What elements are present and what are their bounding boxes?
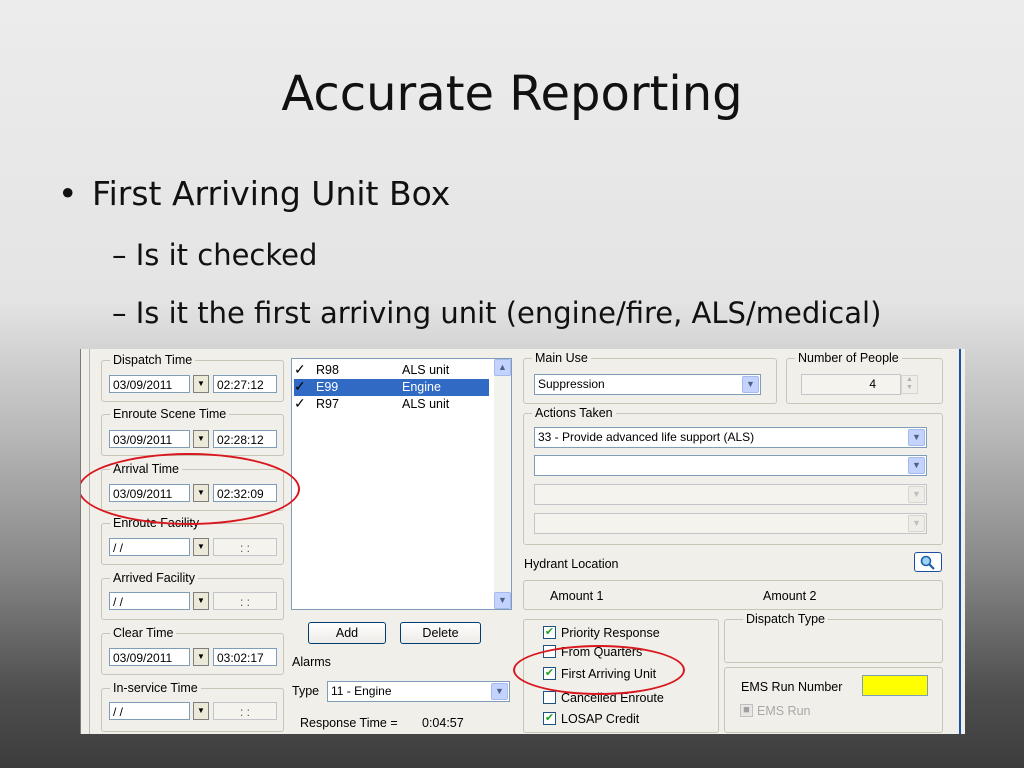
cancelled-enroute-checkbox[interactable] xyxy=(543,691,556,704)
chevron-down-icon[interactable]: ▼ xyxy=(193,592,209,610)
hydrant-location-label: Hydrant Location xyxy=(524,557,619,571)
list-item-unit[interactable]: ✓ R98 ALS unit xyxy=(294,361,489,379)
unit-type: Engine xyxy=(402,380,441,394)
inservice-date-field[interactable]: / / xyxy=(109,702,190,720)
list-item-unit-selected[interactable]: ✓ E99 Engine xyxy=(294,378,489,396)
enroute-scene-time-field[interactable]: 02:28:12 xyxy=(213,430,277,448)
main-use-label: Main Use xyxy=(532,351,591,365)
dispatch-time-field[interactable]: 02:27:12 xyxy=(213,375,277,393)
main-use-value: Suppression xyxy=(538,377,605,391)
dispatch-date-field[interactable]: 03/09/2011 xyxy=(109,375,190,393)
hydrant-search-button[interactable] xyxy=(914,552,942,572)
checkmark-icon[interactable]: ✓ xyxy=(294,378,306,395)
response-time-label: Response Time = xyxy=(300,716,398,730)
action-select-4[interactable]: ▼ xyxy=(534,513,927,534)
checkmark-icon[interactable]: ✓ xyxy=(294,395,306,412)
number-of-people-label: Number of People xyxy=(795,351,902,365)
checkmark-icon[interactable]: ✔ xyxy=(543,626,556,639)
chevron-down-icon[interactable]: ▼ xyxy=(193,375,209,393)
enroute-scene-date-field[interactable]: 03/09/2011 xyxy=(109,430,190,448)
inservice-time-field[interactable]: : : xyxy=(213,702,277,720)
action-select-1[interactable]: 33 - Provide advanced life support (ALS)… xyxy=(534,427,927,448)
ems-run-number-field[interactable] xyxy=(862,675,928,696)
arrived-facility-date-field[interactable]: / / xyxy=(109,592,190,610)
magnifier-icon xyxy=(920,555,935,570)
dispatch-type-label: Dispatch Type xyxy=(743,612,828,626)
add-button[interactable]: Add xyxy=(308,622,386,644)
window-edge-right xyxy=(959,349,961,734)
unit-type: ALS unit xyxy=(402,363,450,377)
amount-2-label: Amount 2 xyxy=(763,589,817,603)
checkmark-icon[interactable]: ✔ xyxy=(543,712,556,725)
main-use-select[interactable]: Suppression ▼ xyxy=(534,374,761,395)
type-select-value: 11 - Engine xyxy=(331,684,392,698)
subbullet-is-it-first: – Is it the first arriving unit (engine/… xyxy=(112,296,882,330)
spin-updown-icon[interactable]: ▲ ▼ xyxy=(901,375,918,394)
chevron-down-icon[interactable]: ▼ xyxy=(193,702,209,720)
first-arriving-unit-highlight-ring xyxy=(513,645,685,695)
chevron-down-icon[interactable]: ▼ xyxy=(908,515,925,532)
enroute-scene-time-label: Enroute Scene Time xyxy=(110,407,230,421)
dispatch-type-group: Dispatch Type xyxy=(724,612,943,663)
slide-title: Accurate Reporting xyxy=(281,66,743,122)
chevron-down-icon[interactable]: ▼ xyxy=(193,648,209,666)
clear-time-label: Clear Time xyxy=(110,626,177,640)
ems-run-label: EMS Run xyxy=(757,704,811,718)
enroute-facility-date-field[interactable]: / / xyxy=(109,538,190,556)
units-list[interactable]: ✓ R98 ALS unit ✓ E99 Engine ✓ R97 ALS un… xyxy=(291,358,512,610)
arrived-facility-label: Arrived Facility xyxy=(110,571,198,585)
response-time-value: 0:04:57 xyxy=(422,716,464,730)
clear-time-field[interactable]: 03:02:17 xyxy=(213,648,277,666)
actions-taken-label: Actions Taken xyxy=(532,406,616,420)
chevron-down-icon[interactable]: ▼ xyxy=(908,429,925,446)
list-item-unit[interactable]: ✓ R97 ALS unit xyxy=(294,395,489,413)
number-of-people-field[interactable]: 4 xyxy=(801,374,901,395)
action-select-2[interactable]: ▼ xyxy=(534,455,927,476)
bullet-dot: • xyxy=(58,174,78,213)
chevron-down-icon[interactable]: ▼ xyxy=(494,592,511,609)
type-label: Type xyxy=(292,684,320,698)
chevron-down-icon[interactable]: ▼ xyxy=(742,376,759,393)
priority-response-label: Priority Response xyxy=(561,626,660,640)
ems-run-checkbox[interactable]: ■ xyxy=(740,704,753,717)
inservice-time-label: In-service Time xyxy=(110,681,201,695)
unit-id: R97 xyxy=(316,397,339,411)
clear-date-field[interactable]: 03/09/2011 xyxy=(109,648,190,666)
chevron-down-icon[interactable]: ▼ xyxy=(491,683,508,700)
incident-form-screenshot: Dispatch Time 03/09/2011 ▼ 02:27:12 Enro… xyxy=(80,349,965,734)
unit-id: E99 xyxy=(316,380,339,394)
delete-button[interactable]: Delete xyxy=(400,622,481,644)
chevron-down-icon[interactable]: ▼ xyxy=(193,430,209,448)
losap-credit-label: LOSAP Credit xyxy=(561,712,640,726)
amount-1-label: Amount 1 xyxy=(550,589,604,603)
unit-id: R98 xyxy=(316,363,339,377)
ems-run-number-label: EMS Run Number xyxy=(741,680,843,694)
chevron-down-icon[interactable]: ▼ xyxy=(908,486,925,503)
dispatch-time-label: Dispatch Time xyxy=(110,353,196,367)
chevron-down-icon[interactable]: ▼ xyxy=(908,457,925,474)
arrived-facility-time-field[interactable]: : : xyxy=(213,592,277,610)
bullet-first-arriving-unit: • First Arriving Unit Box xyxy=(58,174,450,213)
action-select-3[interactable]: ▼ xyxy=(534,484,927,505)
bullet-text: First Arriving Unit Box xyxy=(92,174,451,213)
units-list-scrollbar[interactable]: ▲ ▼ xyxy=(494,359,511,609)
chevron-up-icon[interactable]: ▲ xyxy=(494,359,511,376)
unit-type: ALS unit xyxy=(402,397,450,411)
checkmark-icon[interactable]: ✓ xyxy=(294,361,306,378)
action-1-value: 33 - Provide advanced life support (ALS) xyxy=(538,430,755,444)
alarms-label: Alarms xyxy=(292,655,331,669)
type-select[interactable]: 11 - Engine ▼ xyxy=(327,681,510,702)
chevron-down-icon[interactable]: ▼ xyxy=(193,538,209,556)
arrival-time-highlight-ring xyxy=(81,453,300,525)
enroute-facility-time-field[interactable]: : : xyxy=(213,538,277,556)
window-edge xyxy=(89,349,90,734)
subbullet-is-it-checked: – Is it checked xyxy=(112,238,318,272)
